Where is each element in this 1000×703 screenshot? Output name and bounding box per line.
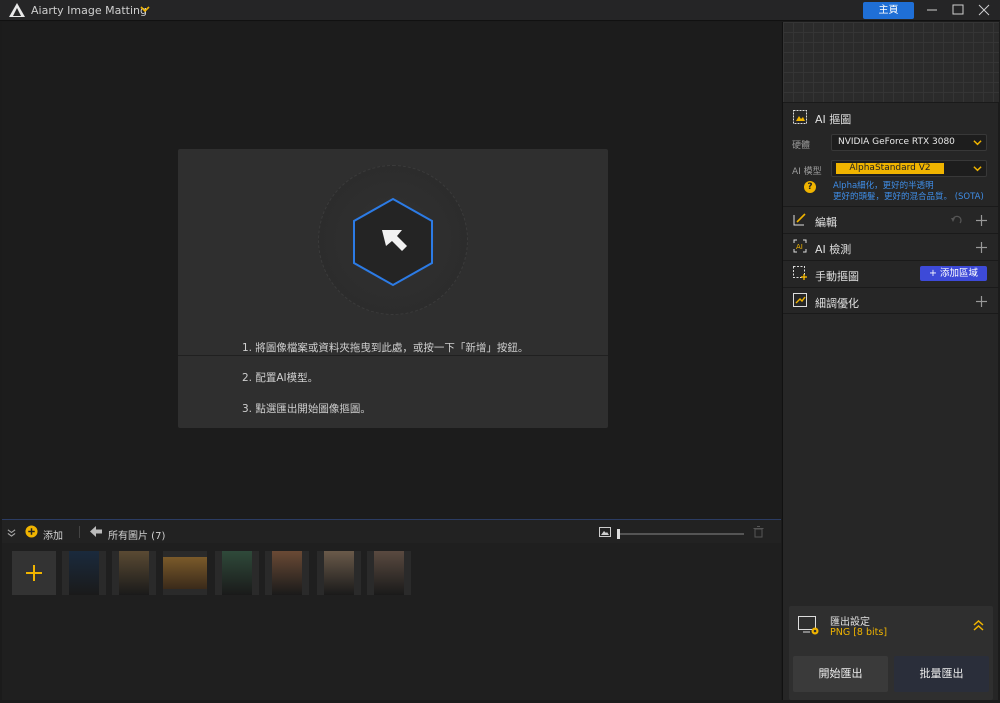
thumbnail-image	[222, 551, 252, 595]
export-format: PNG [8 bits]	[830, 627, 888, 638]
start-export-button[interactable]: 開始匯出	[793, 656, 888, 692]
ai-detect-title: AI 檢測	[815, 243, 852, 256]
model-label: AI 模型	[792, 167, 822, 177]
all-images-label[interactable]: 所有圖片 (7)	[108, 527, 165, 542]
gpu-select[interactable]: NVIDIA GeForce RTX 3080	[831, 134, 987, 151]
gpu-value: NVIDIA GeForce RTX 3080	[838, 137, 955, 147]
thumbnail-jellyfish[interactable]	[62, 551, 106, 595]
edit-icon	[793, 213, 806, 226]
svg-text:AI: AI	[796, 243, 803, 251]
export-settings-panel[interactable]: 匯出設定 PNG [8 bits] 開始匯出 批量匯出	[789, 606, 993, 700]
collapse-chevron-icon[interactable]	[7, 528, 16, 537]
minimize-icon[interactable]	[922, 2, 942, 18]
thumbnail-woman-flowers-3[interactable]	[367, 551, 411, 595]
thumbnail-woman-red-dress-forest[interactable]	[215, 551, 259, 595]
ai-matting-section: AI 摳圖 硬體 NVIDIA GeForce RTX 3080 AI 模型 A…	[783, 102, 999, 206]
thumbnail-image	[119, 551, 149, 595]
add-label[interactable]: 添加	[43, 527, 63, 542]
add-region-button[interactable]: + 添加區域	[920, 266, 987, 281]
step-2-text: 2. 配置AI模型。	[242, 372, 319, 384]
refine-icon	[793, 293, 807, 307]
image-size-icon	[599, 527, 611, 537]
add-circle-icon[interactable]	[25, 525, 38, 538]
edit-section[interactable]: 編輯	[783, 206, 999, 233]
maximize-icon[interactable]	[948, 2, 968, 18]
zoom-slider-track[interactable]	[619, 533, 744, 535]
ai-detect-section[interactable]: AI AI 檢測	[783, 233, 999, 260]
card-divider	[178, 355, 608, 356]
plus-icon[interactable]	[976, 215, 987, 226]
close-icon[interactable]	[974, 2, 994, 18]
thumbnail-strip	[2, 543, 781, 700]
export-settings-title: 匯出設定	[830, 617, 870, 628]
drop-zone-card[interactable]: 1. 將圖像檔案或資料夾拖曳到此處，或按一下「新增」按鈕。 2. 配置AI模型。…	[178, 149, 608, 428]
manual-matting-icon	[793, 266, 807, 280]
thumbnail-image	[324, 551, 354, 595]
thumbnail-image	[69, 551, 99, 595]
step-1-text: 1. 將圖像檔案或資料夾拖曳到此處，或按一下「新增」按鈕。	[242, 342, 529, 354]
back-arrow-icon[interactable]	[90, 526, 102, 537]
manual-matting-title: 手動摳圖	[815, 270, 859, 283]
preview-grid	[783, 22, 999, 102]
thumbnail-image	[163, 557, 207, 589]
chevron-down-icon	[973, 166, 982, 172]
main-canvas[interactable]: 1. 將圖像檔案或資料夾拖曳到此處，或按一下「新增」按鈕。 2. 配置AI模型。…	[2, 22, 781, 519]
home-button[interactable]: 主頁	[863, 2, 914, 19]
expand-up-icon[interactable]	[973, 620, 984, 631]
zoom-slider-thumb[interactable]	[617, 529, 620, 539]
refine-section[interactable]: 細調優化	[783, 287, 999, 314]
right-sidebar: AI 摳圖 硬體 NVIDIA GeForce RTX 3080 AI 模型 A…	[782, 22, 999, 700]
app-logo-icon	[9, 3, 25, 17]
title-bar: Aiarty Image Matting 主頁	[0, 0, 1000, 21]
ai-matting-icon	[793, 110, 807, 124]
model-value: AlphaStandard V2	[836, 163, 944, 174]
chevron-down-icon	[973, 140, 982, 146]
thumbnail-woman-flowers-1[interactable]	[265, 551, 309, 595]
manual-matting-section[interactable]: 手動摳圖 + 添加區域	[783, 260, 999, 287]
gpu-label: 硬體	[792, 141, 811, 151]
chevron-down-icon[interactable]	[139, 3, 151, 15]
plus-icon	[26, 565, 42, 581]
model-select[interactable]: AlphaStandard V2	[831, 160, 987, 177]
plus-icon[interactable]	[976, 242, 987, 253]
help-icon[interactable]: ?	[804, 181, 816, 193]
thumbnail-image	[272, 551, 302, 595]
thumbnail-woman-flowers-2[interactable]	[317, 551, 361, 595]
ai-matting-title: AI 摳圖	[815, 113, 852, 126]
model-note-2: 更好的頭髮，更好的混合品質。 (SOTA)	[833, 192, 984, 202]
add-image-tile[interactable]	[12, 551, 56, 595]
thumbnail-toolbar: 添加 所有圖片 (7)	[2, 519, 781, 543]
step-3-text: 3. 點選匯出開始圖像摳圖。	[242, 403, 371, 415]
import-arrow-icon[interactable]	[350, 197, 436, 287]
app-title: Aiarty Image Matting	[31, 4, 147, 17]
export-settings-icon	[798, 616, 819, 635]
trash-icon[interactable]	[753, 526, 764, 538]
undo-icon[interactable]	[951, 215, 963, 225]
thumbnail-dragon[interactable]	[112, 551, 156, 595]
thumbnail-image	[374, 551, 404, 595]
edit-title: 編輯	[815, 216, 837, 229]
ai-detect-icon: AI	[793, 239, 807, 253]
batch-export-button[interactable]: 批量匯出	[894, 656, 989, 692]
plus-icon[interactable]	[976, 296, 987, 307]
toolbar-divider	[79, 526, 80, 538]
refine-title: 細調優化	[815, 297, 859, 310]
thumbnail-bicycle[interactable]	[163, 551, 207, 595]
